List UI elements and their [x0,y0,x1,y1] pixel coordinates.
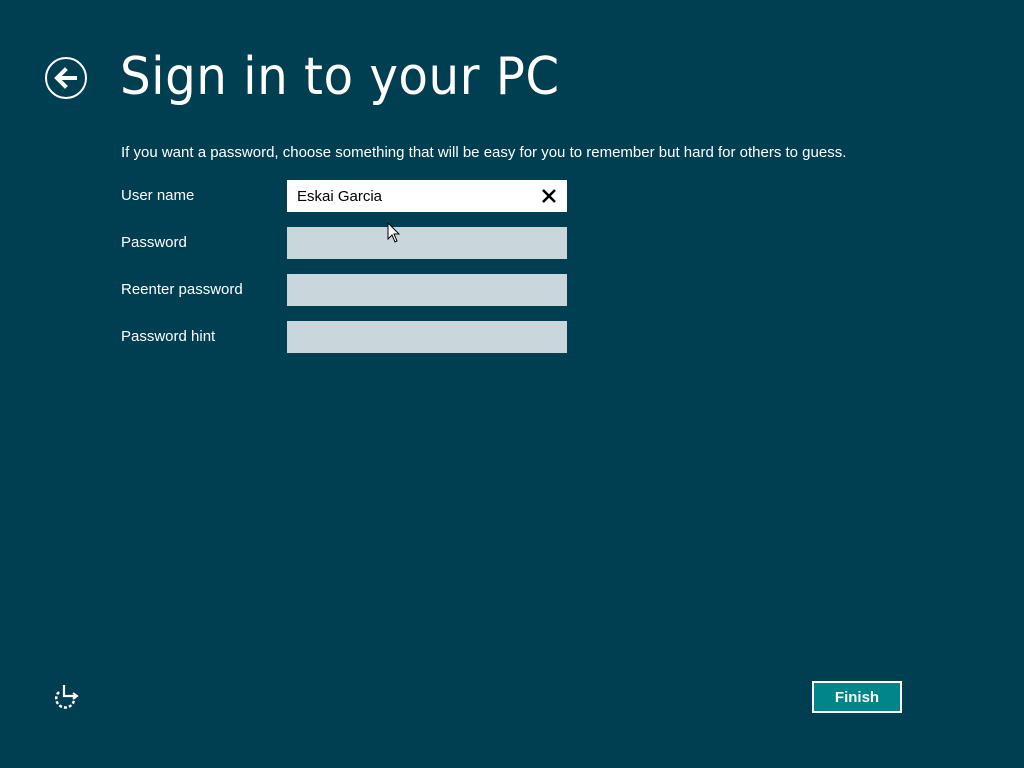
password-hint-input[interactable] [287,321,567,353]
password-row: Password [121,227,581,259]
ease-of-access-icon [54,685,79,709]
intro-text: If you want a password, choose something… [121,144,847,161]
sign-in-page: Sign in to your PC If you want a passwor… [0,0,1024,768]
finish-button[interactable]: Finish [812,681,902,713]
clear-user-name-button[interactable] [539,186,559,206]
ease-of-access-button[interactable] [52,684,80,710]
password-label: Password [121,234,187,251]
close-x-icon [542,189,556,203]
reenter-password-row: Reenter password [121,274,581,306]
password-hint-label: Password hint [121,328,216,345]
reenter-password-input[interactable] [287,274,567,306]
user-name-label: User name [121,187,195,204]
back-button[interactable] [45,57,87,99]
password-input[interactable] [287,227,567,259]
reenter-password-label: Reenter password [121,281,243,298]
password-hint-row: Password hint [121,321,581,353]
user-name-row: User name [121,180,581,212]
user-name-input[interactable] [287,180,567,212]
back-arrow-icon [54,67,77,89]
page-title: Sign in to your PC [120,47,560,107]
